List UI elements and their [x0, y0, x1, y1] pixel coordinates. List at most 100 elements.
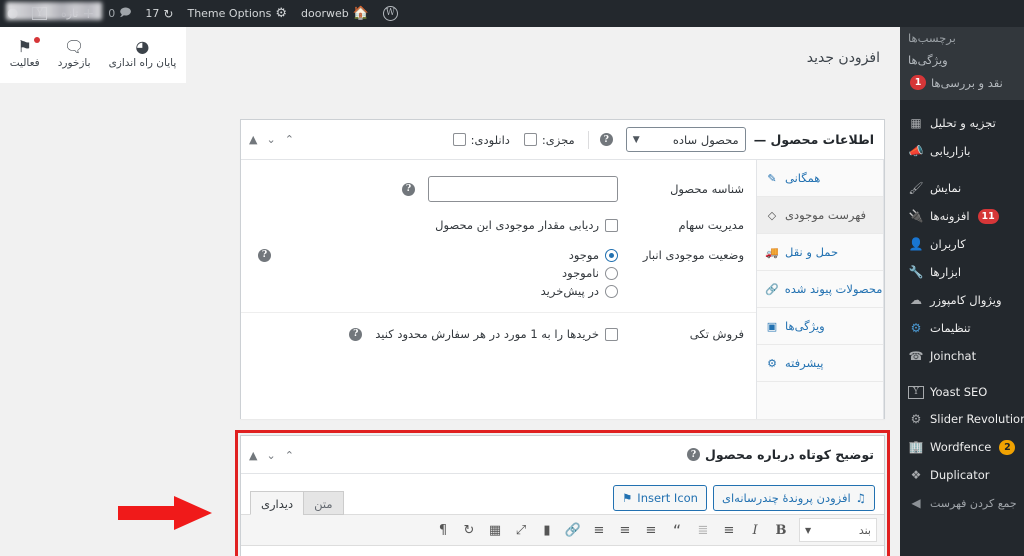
checkbox-box[interactable] [452, 133, 466, 146]
bulleted-list-icon[interactable]: ≡ [717, 518, 741, 542]
sidebar-item-plugins-label: افزونه‌ها [930, 209, 970, 223]
checkbox-box[interactable] [605, 327, 618, 341]
sort-handle-icon[interactable]: ▲ [249, 449, 257, 462]
sidebar-item-yoast-seo[interactable]: Yoast SEO Y [900, 379, 1024, 405]
activity-notification-dot [33, 37, 40, 43]
radio-button[interactable] [605, 266, 618, 280]
toolbar-item-feedback-label: بازخورد [57, 57, 91, 69]
help-icon[interactable]: ? [258, 248, 271, 262]
sidebar-item-marketing[interactable]: بازاریابی 📣 [900, 137, 1024, 165]
tab-general[interactable]: همگانی ✎ [757, 160, 883, 197]
product-type-select[interactable]: محصول ساده ▼ [625, 127, 746, 152]
align-center-icon[interactable]: ≡ [613, 518, 637, 542]
toolbar-item-feedback[interactable]: 🗨 بازخورد [50, 35, 99, 73]
panel-handles: ▲ ⌄ ⌃ [249, 120, 294, 158]
comments-count: 0 [108, 7, 116, 20]
sidebar-item-slider-revolution-label: Slider Revolution [930, 412, 1024, 426]
stock-status-label: وضعیت موجودی انبار [642, 248, 744, 262]
rtl-icon[interactable]: ¶ [431, 518, 455, 542]
toolbar-item-activity[interactable]: ⚑ فعالیت [2, 35, 48, 73]
admin-bar-updates[interactable]: ↻ 17 [138, 0, 180, 27]
paragraph-format-value: بند [858, 523, 871, 537]
sidebar-item-reviews[interactable]: نقد و بررسی‌ها 1 [900, 71, 1024, 94]
tab-linked-products[interactable]: محصولات پیوند شده 🔗 [757, 271, 883, 308]
virtual-checkbox-label: مجزی: [541, 132, 575, 147]
tab-inventory[interactable]: فهرست موجودی ◇ [757, 197, 883, 234]
admin-bar-theme-options[interactable]: ⚙ Theme Options [180, 0, 294, 27]
general-icon: ✎ [767, 171, 777, 185]
sidebar-item-appearance[interactable]: نمایش 🖌 [900, 174, 1024, 202]
undo-icon[interactable]: ↻ [457, 518, 481, 542]
sold-individually-checkbox[interactable]: خریدها را به 1 مورد در هر سفارش محدود کن… [375, 327, 618, 341]
admin-bar-comments[interactable]: 🗩 0 [101, 0, 138, 27]
product-data-panel: اطلاعات محصول — محصول ساده ▼ ? مجزی: دان… [240, 119, 885, 419]
numbered-list-icon[interactable]: ≣ [691, 518, 715, 542]
sidebar-item-joinchat[interactable]: Joinchat ☎ [900, 342, 1024, 370]
tab-shipping[interactable]: حمل و نقل 🚚 [757, 234, 883, 271]
sidebar-item-users[interactable]: کاربران 👤 [900, 230, 1024, 258]
product-data-header: اطلاعات محصول — محصول ساده ▼ ? مجزی: دان… [241, 120, 884, 160]
wpbakery-icon: ☁ [910, 293, 922, 307]
stock-status-option-outofstock[interactable]: ناموجود [562, 266, 618, 280]
sidebar-item-tools[interactable]: ابزارها 🔧 [900, 258, 1024, 286]
sidebar-item-wordfence[interactable]: 2 Wordfence 🏢 [900, 433, 1024, 461]
chevron-down-icon: ▼ [632, 134, 640, 145]
tab-attributes[interactable]: ویژگی‌ها ▣ [757, 308, 883, 345]
bold-icon[interactable]: B [769, 518, 793, 542]
move-up-icon[interactable]: ⌃ [285, 449, 294, 462]
read-more-icon[interactable]: ▮ [535, 518, 559, 542]
help-icon[interactable]: ? [402, 182, 415, 196]
sidebar-item-tools-label: ابزارها [930, 265, 962, 279]
help-icon[interactable]: ? [687, 448, 701, 461]
sidebar-item-plugins[interactable]: 11 افزونه‌ها 🔌 [900, 202, 1024, 230]
admin-bar-site-home[interactable]: 🏠 doorweb [294, 0, 376, 27]
admin-bar-wp-logo[interactable] [376, 0, 405, 27]
yoast-icon: Y [908, 385, 924, 399]
manage-stock-checkbox[interactable]: ردیابی مقدار موجودی این محصول [435, 218, 618, 232]
flag-icon: ⚑ [17, 37, 32, 56]
italic-icon[interactable]: I [743, 518, 767, 542]
sidebar-item-visual-composer[interactable]: ویژوال کامپوزر ☁ [900, 286, 1024, 314]
fullscreen-icon[interactable]: ⤢ [509, 518, 533, 542]
virtual-checkbox[interactable]: مجزی: [523, 132, 575, 147]
theme-options-label: Theme Options [187, 7, 272, 20]
link-icon[interactable]: 🔗 [561, 518, 585, 542]
paragraph-format-select[interactable]: بند ▼ [799, 518, 877, 542]
align-left-icon[interactable]: ≡ [587, 518, 611, 542]
tab-text-editor[interactable]: متن [303, 491, 344, 515]
move-up-icon[interactable]: ⌃ [285, 133, 294, 146]
editor-content-area[interactable] [241, 546, 884, 556]
megaphone-icon: 📣 [908, 144, 924, 158]
radio-button[interactable] [605, 248, 618, 262]
checkbox-box[interactable] [523, 133, 537, 146]
sidebar-item-slider-revolution[interactable]: Slider Revolution ⚙ [900, 405, 1024, 433]
sidebar-collapse-menu[interactable]: جمع کردن فهرست ◀ [900, 489, 1024, 517]
toolbar-item-finish-setup[interactable]: ◕ پایان راه اندازی [101, 35, 185, 73]
sort-handle-icon[interactable]: ▲ [249, 133, 257, 146]
sidebar-item-duplicator[interactable]: Duplicator ❖ [900, 461, 1024, 489]
blockquote-icon[interactable]: “ [665, 518, 689, 542]
insert-icon-button[interactable]: Insert Icon ⚑ [612, 484, 707, 511]
help-icon[interactable]: ? [599, 133, 613, 146]
sidebar-item-attributes[interactable]: ویژگی‌ها [900, 49, 1024, 71]
checkbox-box[interactable] [605, 218, 618, 232]
add-media-button[interactable]: ♫ افزودن پروندهٔ چندرسانه‌ای [712, 484, 875, 511]
help-icon[interactable]: ? [349, 327, 363, 341]
tab-advanced[interactable]: پیشرفته ⚙ [757, 345, 883, 382]
tab-visual-editor[interactable]: دیداری [250, 491, 305, 515]
radio-button[interactable] [605, 284, 618, 298]
page-title: افزودن جدید [806, 50, 880, 66]
toolbar-toggle-icon[interactable]: ▦ [483, 518, 507, 542]
sidebar-item-settings[interactable]: تنظیمات ⚙ [900, 314, 1024, 342]
sku-input[interactable] [428, 176, 618, 202]
align-right-icon[interactable]: ≡ [639, 518, 663, 542]
downloadable-checkbox[interactable]: دانلودی: [452, 133, 510, 147]
sold-individually-label: فروش تکی [689, 327, 744, 341]
stock-status-option-onbackorder[interactable]: در پیش‌خرید [541, 284, 618, 298]
move-down-icon[interactable]: ⌄ [266, 449, 275, 462]
sidebar-item-tags-label: برچسب‌ها [908, 31, 956, 45]
sidebar-item-analytics[interactable]: تجزیه و تحلیل ▦ [900, 109, 1024, 137]
stock-status-option-instock[interactable]: موجود [569, 248, 618, 262]
sidebar-item-tags[interactable]: برچسب‌ها [900, 27, 1024, 49]
move-down-icon[interactable]: ⌄ [266, 133, 275, 146]
